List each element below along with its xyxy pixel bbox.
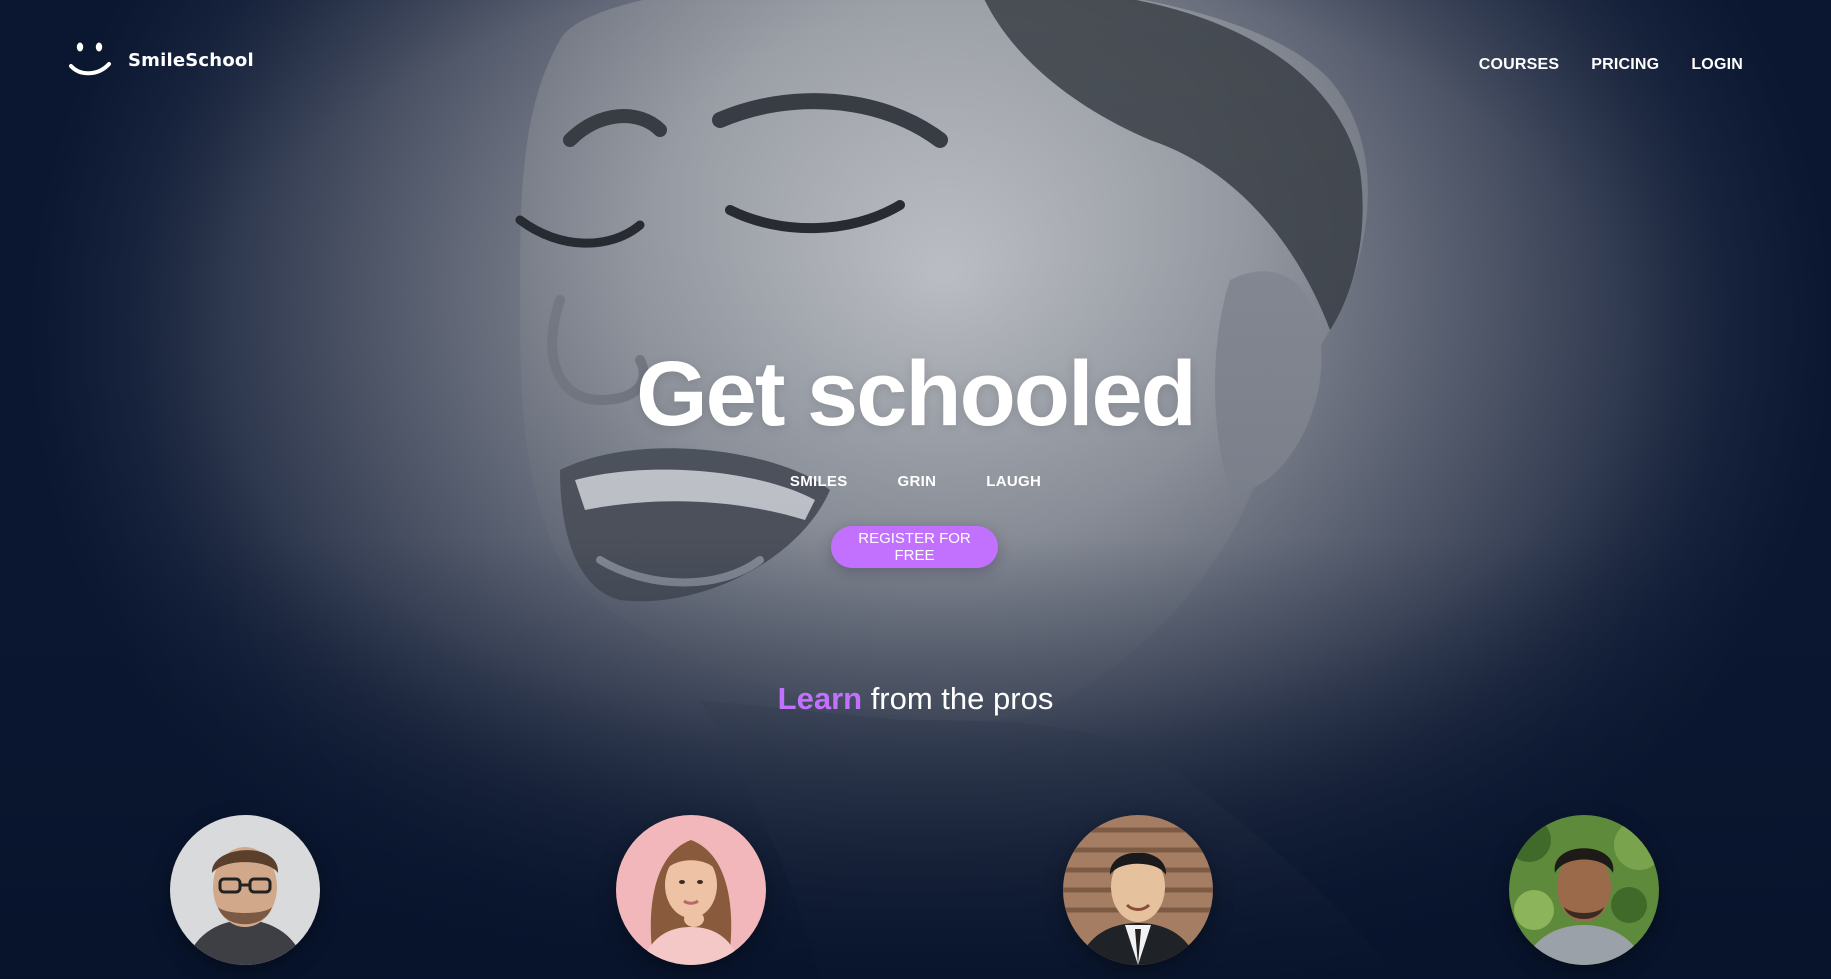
hero-tag-smiles: SMILES [789,473,848,490]
nav-link-login[interactable]: LOGIN [1691,56,1743,74]
learn-heading: Learn from the pros [0,681,1831,717]
smiley-face-icon [69,42,111,76]
pro-avatar-4[interactable] [1509,815,1659,965]
man-outdoor-greenery-portrait [1509,815,1659,965]
pro-avatar-3[interactable] [1063,815,1213,965]
brand-name: SmileSchool [128,49,254,71]
pro-avatar-1[interactable] [170,815,320,965]
learn-heading-accent: Learn [777,681,863,716]
landing-page: SmileSchool COURSES PRICING LOGIN Get sc… [0,0,1831,979]
site-header: SmileSchool COURSES PRICING LOGIN [0,0,1831,120]
hero-tags: SMILES GRIN LAUGH [0,473,1831,490]
nav-link-pricing[interactable]: PRICING [1591,56,1659,74]
woman-pink-background-portrait [616,815,766,965]
register-button[interactable]: REGISTER FOR FREE [831,526,998,568]
learn-heading-rest: from the pros [862,681,1054,716]
pro-avatar-2[interactable] [616,815,766,965]
hero-title: Get schooled [636,343,1197,445]
man-with-glasses-portrait [170,815,320,965]
hero-tag-grin: GRIN [897,473,937,490]
main-nav: COURSES PRICING LOGIN [1479,56,1743,74]
hero-tag-laugh: LAUGH [986,473,1042,490]
man-in-suit-portrait [1063,815,1213,965]
nav-link-courses[interactable]: COURSES [1479,56,1560,74]
brand-logo[interactable]: SmileSchool [68,40,254,80]
